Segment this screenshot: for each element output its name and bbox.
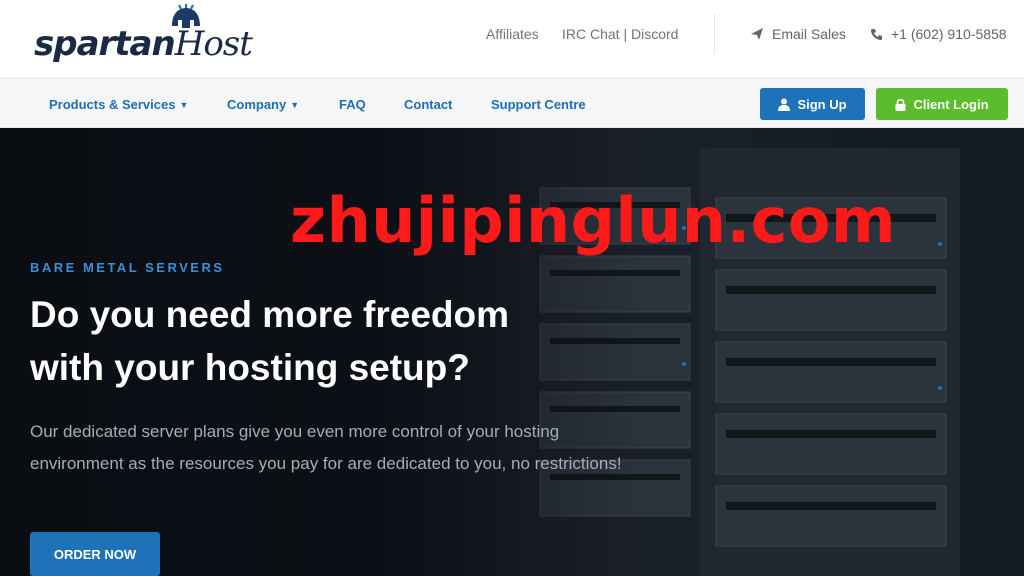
nav-company-label: Company <box>227 97 287 112</box>
main-nav: Products & Services ▼ Company ▼ FAQ Contac… <box>0 78 1024 128</box>
watermark-text: zhujipinglun.com <box>290 184 897 257</box>
logo-wordmark: spartanHost <box>34 24 253 64</box>
logo-part-spartan: spartan <box>34 24 176 64</box>
user-icon <box>778 98 791 111</box>
nav-support-centre[interactable]: Support Centre <box>491 97 586 112</box>
hero-headline-line-2: with your hosting setup? <box>30 347 470 388</box>
affiliates-link[interactable]: Affiliates <box>486 26 539 42</box>
phone-icon <box>871 28 882 40</box>
sign-up-label: Sign Up <box>797 96 847 112</box>
nav-faq[interactable]: FAQ <box>339 97 366 112</box>
chevron-down-icon: ▼ <box>290 100 300 110</box>
header-divider <box>714 14 715 54</box>
nav-products-label: Products & Services <box>49 97 176 112</box>
spartanhost-logo[interactable]: spartanHost <box>34 4 253 72</box>
chevron-down-icon: ▼ <box>179 100 189 110</box>
nav-company[interactable]: Company ▼ <box>227 97 299 112</box>
nav-contact[interactable]: Contact <box>404 97 452 112</box>
top-header: spartanHost Affiliates IRC Chat | Discor… <box>0 0 1024 78</box>
hero-description: Our dedicated server plans give you even… <box>30 422 622 473</box>
email-sales-label: Email Sales <box>772 26 846 42</box>
order-now-button[interactable]: ORDER NOW <box>30 532 160 576</box>
email-sales-link[interactable]: Email Sales <box>750 26 846 42</box>
phone-number: +1 (602) 910-5858 <box>891 26 1007 42</box>
client-login-label: Client Login <box>913 96 989 112</box>
sign-up-button[interactable]: Sign Up <box>760 88 865 120</box>
lock-icon <box>895 98 906 111</box>
hero-headline: Do you need more freedom with your hosti… <box>30 288 630 394</box>
logo-part-host: Host <box>174 24 253 64</box>
nav-products-services[interactable]: Products & Services ▼ <box>49 97 188 112</box>
irc-discord-link[interactable]: IRC Chat | Discord <box>562 26 678 42</box>
hero-section: zhujipinglun.com BARE METAL SERVERS Do y… <box>0 128 1024 576</box>
phone-link[interactable]: +1 (602) 910-5858 <box>870 26 1007 42</box>
hero-headline-line-1: Do you need more freedom <box>30 294 510 335</box>
paper-plane-icon <box>751 28 763 40</box>
client-login-button[interactable]: Client Login <box>876 88 1008 120</box>
hero-eyebrow: BARE METAL SERVERS <box>30 260 225 275</box>
